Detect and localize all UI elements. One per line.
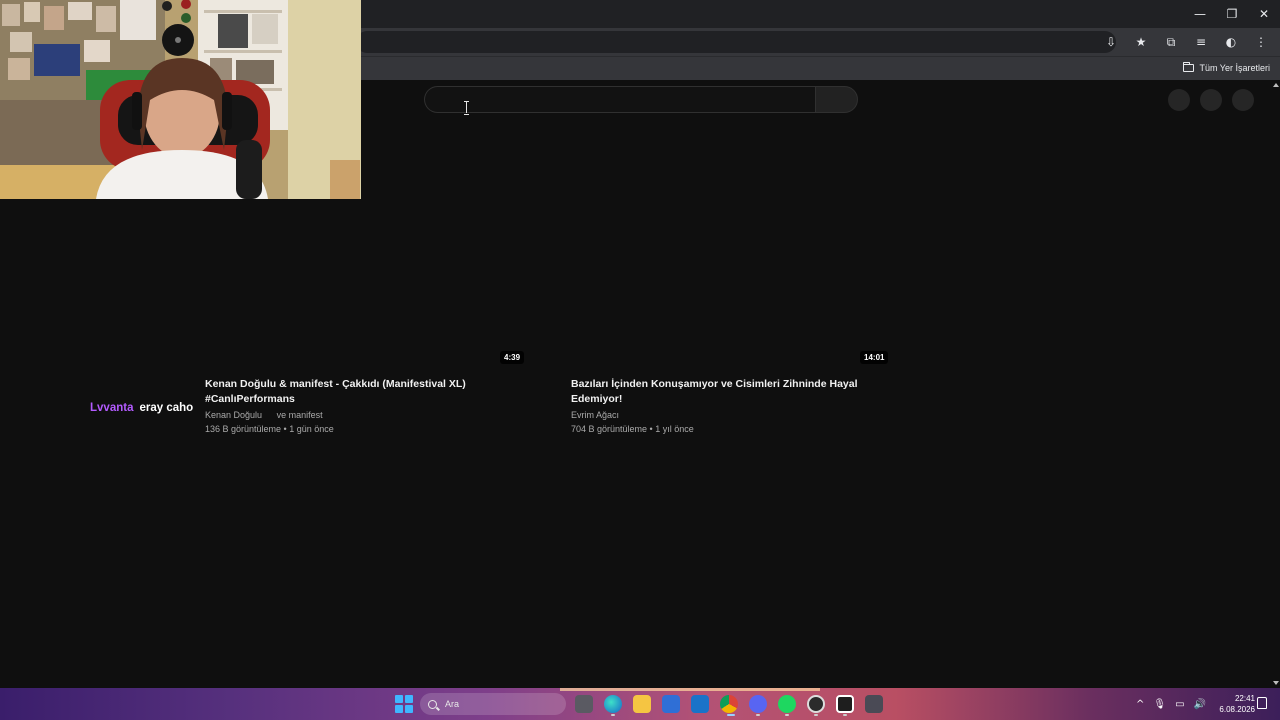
close-button[interactable]: ✕ xyxy=(1248,0,1280,28)
windows-logo-icon xyxy=(395,695,403,703)
spotify-icon[interactable] xyxy=(778,695,796,713)
overlay-name-1: Lvvanta xyxy=(90,402,134,414)
running-indicator xyxy=(756,714,760,716)
media-control-icon[interactable]: ≡ xyxy=(1190,31,1212,53)
running-indicator xyxy=(611,714,615,716)
windows-logo-icon xyxy=(395,705,403,713)
window-controls: — ❐ ✕ xyxy=(1184,0,1280,28)
search-icon xyxy=(428,699,437,709)
video-card[interactable]: Bazıları İçinden Konuşamıyor ve Cisimler… xyxy=(571,377,861,436)
video-stats: 704 B görüntüleme • 1 yıl önce xyxy=(571,424,694,434)
extensions-icon[interactable]: ⧉ xyxy=(1160,31,1182,53)
notification-bell-icon[interactable] xyxy=(1257,697,1267,709)
webcam-overlay xyxy=(0,0,361,199)
scroll-down-icon[interactable] xyxy=(1273,681,1279,685)
running-indicator xyxy=(814,714,818,716)
minimize-button[interactable]: — xyxy=(1184,0,1216,28)
page-scrollbar[interactable] xyxy=(1272,80,1280,688)
network-icon[interactable]: ▭ xyxy=(1175,699,1184,710)
video-title[interactable]: Kenan Doğulu & manifest - Çakkıdı (Manif… xyxy=(205,377,505,407)
app-icon[interactable] xyxy=(836,695,854,713)
obs-icon[interactable] xyxy=(807,695,825,713)
text-cursor-icon xyxy=(464,101,470,115)
channel-name[interactable]: Kenan Doğulu xyxy=(205,410,262,420)
channel-name[interactable]: Evrim Ağacı xyxy=(571,408,861,422)
address-bar[interactable] xyxy=(356,31,1116,53)
install-app-icon[interactable]: ⇩ xyxy=(1100,31,1122,53)
menu-icon[interactable]: ⋮ xyxy=(1250,31,1272,53)
all-bookmarks-button[interactable]: Tüm Yer İşaretleri xyxy=(1183,60,1270,76)
chrome-icon[interactable] xyxy=(720,695,738,713)
notifications-button[interactable] xyxy=(1200,89,1222,111)
microphone-icon[interactable]: 🎙 xyxy=(1153,699,1166,710)
discord-icon[interactable] xyxy=(749,695,767,713)
scroll-up-icon[interactable] xyxy=(1273,83,1279,87)
taskbar-search[interactable]: Ara xyxy=(420,693,566,715)
bookmark-star-icon[interactable]: ★ xyxy=(1130,31,1152,53)
video-stats: 136 B görüntüleme • 1 gün önce xyxy=(205,424,334,434)
stream-overlay-names: Lvvanta eray caho xyxy=(90,402,193,414)
running-indicator xyxy=(785,714,789,716)
video-duration: 14:01 xyxy=(860,351,889,364)
overlay-name-2: eray caho xyxy=(139,402,194,414)
profile-icon[interactable]: ◐ xyxy=(1220,31,1242,53)
active-indicator xyxy=(727,714,735,716)
toolbar-icons: ⇩ ★ ⧉ ≡ ◐ ⋮ xyxy=(1092,31,1272,53)
chevron-up-icon[interactable]: ^ xyxy=(1136,699,1144,710)
task-view-icon[interactable] xyxy=(575,695,593,713)
edge-icon[interactable] xyxy=(604,695,622,713)
search-input[interactable] xyxy=(424,86,816,113)
volume-icon[interactable]: 🔊 xyxy=(1194,699,1206,710)
clock-date: 6.08.2026 xyxy=(1219,705,1255,714)
windows-logo-icon xyxy=(405,705,413,713)
restore-button[interactable]: ❐ xyxy=(1216,0,1248,28)
file-explorer-icon[interactable] xyxy=(633,695,651,713)
video-channel-line: Kenan Doğulu ve manifest xyxy=(205,408,505,422)
taskbar-search-label: Ara xyxy=(445,699,460,709)
windows-logo-icon xyxy=(405,695,413,703)
search-button[interactable] xyxy=(815,86,858,113)
running-indicator xyxy=(843,714,847,716)
calculator-icon[interactable] xyxy=(865,695,883,713)
create-button[interactable] xyxy=(1168,89,1190,111)
video-title[interactable]: Bazıları İçinden Konuşamıyor ve Cisimler… xyxy=(571,377,861,407)
video-duration: 4:39 xyxy=(500,351,525,364)
taskbar-glow xyxy=(560,688,820,691)
video-card[interactable]: Kenan Doğulu & manifest - Çakkıdı (Manif… xyxy=(205,377,505,436)
webcam-image xyxy=(0,0,361,199)
clock-time: 22:41 xyxy=(1234,694,1255,703)
system-tray: ^ 🎙 ▭ 🔊 xyxy=(1136,696,1206,712)
taskbar-clock[interactable]: 22:41 6.08.2026 xyxy=(1213,693,1255,715)
all-bookmarks-label: Tüm Yer İşaretleri xyxy=(1199,63,1270,73)
outlook-icon[interactable] xyxy=(691,695,709,713)
start-button[interactable] xyxy=(395,695,413,713)
channel-name-extra[interactable]: ve manifest xyxy=(277,410,323,420)
store-icon[interactable] xyxy=(662,695,680,713)
avatar[interactable] xyxy=(1232,89,1254,111)
folder-icon xyxy=(1183,62,1195,72)
